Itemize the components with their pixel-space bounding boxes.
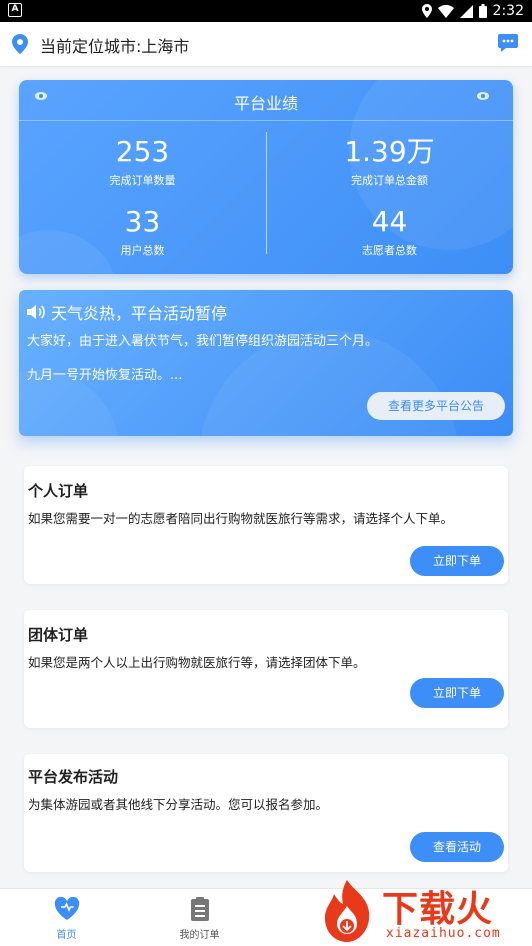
announcement-line: 大家好，由于进入暑伏节气，我们暂停组织游园活动三个月。 bbox=[27, 334, 379, 349]
more-announcements-button[interactable]: 查看更多平台公告 bbox=[367, 392, 505, 420]
watermark-text: 下载火 bbox=[382, 889, 494, 930]
location-pin-icon[interactable] bbox=[12, 34, 28, 54]
announcement-title: 天气炎热，平台活动暂停 bbox=[27, 300, 227, 324]
stat-label: 志愿者总数 bbox=[362, 244, 417, 257]
app-header: 当前定位城市:上海市 bbox=[0, 22, 532, 66]
announcement-title-text: 天气炎热，平台活动暂停 bbox=[51, 304, 228, 323]
stat-label: 完成订单数量 bbox=[109, 174, 176, 187]
stat-label: 完成订单总金额 bbox=[351, 174, 428, 187]
stat-user-total: 33 用户总数 bbox=[19, 206, 266, 258]
tab-label: 我的订单 bbox=[179, 930, 220, 941]
announcement-card: 天气炎热，平台活动暂停 大家好，由于进入暑伏节气，我们暂停组织游园活动三个月。 … bbox=[19, 290, 513, 436]
stat-orders-completed: 253 完成订单数量 bbox=[19, 136, 266, 188]
stat-value: 33 bbox=[124, 205, 161, 238]
battery-icon bbox=[478, 4, 487, 18]
tab-home[interactable]: 首页 bbox=[0, 889, 133, 946]
flame-logo-icon bbox=[324, 880, 370, 942]
tab-my-orders[interactable]: 我的订单 bbox=[133, 889, 266, 946]
announcement-line: 九月一号开始恢复活动。... bbox=[27, 368, 183, 383]
order-now-button[interactable]: 立即下单 bbox=[410, 678, 504, 708]
divider bbox=[19, 120, 513, 121]
heart-icon bbox=[54, 897, 80, 920]
card-title: 个人订单 bbox=[28, 482, 89, 500]
tab-label: 首页 bbox=[56, 930, 77, 941]
stat-volunteer-total: 44 志愿者总数 bbox=[266, 206, 513, 258]
order-now-button[interactable]: 立即下单 bbox=[410, 546, 504, 576]
watermark-logo: 下载火 xiazaihuo.com bbox=[312, 876, 532, 946]
status-icons: 2:32 bbox=[421, 2, 524, 20]
speaker-icon bbox=[27, 305, 45, 319]
platform-stats-card: 平台业绩 253 完成订单数量 1.39万 完成订单总金额 33 用户总数 44… bbox=[19, 80, 513, 274]
status-bar: A 2:32 bbox=[0, 0, 532, 22]
signal-icon bbox=[459, 4, 473, 18]
stat-value: 1.39万 bbox=[344, 135, 435, 168]
current-city-label: 当前定位城市:上海市 bbox=[40, 37, 190, 56]
platform-activity-card: 平台发布活动 为集体游园或者其他线下分享活动。您可以报名参加。 查看活动 bbox=[24, 754, 508, 872]
status-time: 2:32 bbox=[492, 3, 524, 19]
card-title: 团体订单 bbox=[28, 626, 89, 644]
stat-value: 44 bbox=[371, 205, 408, 238]
stat-order-amount: 1.39万 完成订单总金额 bbox=[266, 136, 513, 188]
watermark-url: xiazaihuo.com bbox=[386, 926, 501, 941]
personal-order-card: 个人订单 如果您需要一对一的志愿者陪同出行购物就医旅行等需求，请选择个人下单。 … bbox=[24, 466, 508, 584]
card-description: 为集体游园或者其他线下分享活动。您可以报名参加。 bbox=[28, 797, 329, 812]
card-title: 平台发布活动 bbox=[28, 768, 119, 786]
clipboard-icon bbox=[191, 897, 209, 921]
stat-label: 用户总数 bbox=[120, 244, 165, 257]
card-description: 如果您是两个人以上出行购物就医旅行等，请选择团体下单。 bbox=[28, 655, 366, 670]
stats-title: 平台业绩 bbox=[233, 94, 298, 113]
message-icon[interactable] bbox=[498, 34, 518, 52]
wifi-icon bbox=[437, 4, 454, 18]
stat-value: 253 bbox=[115, 135, 170, 168]
location-status-icon bbox=[421, 4, 432, 18]
view-activity-button[interactable]: 查看活动 bbox=[410, 832, 504, 862]
group-order-card: 团体订单 如果您是两个人以上出行购物就医旅行等，请选择团体下单。 立即下单 bbox=[24, 610, 508, 728]
notification-a-icon: A bbox=[8, 3, 22, 17]
card-description: 如果您需要一对一的志愿者陪同出行购物就医旅行等需求，请选择个人下单。 bbox=[28, 511, 454, 526]
